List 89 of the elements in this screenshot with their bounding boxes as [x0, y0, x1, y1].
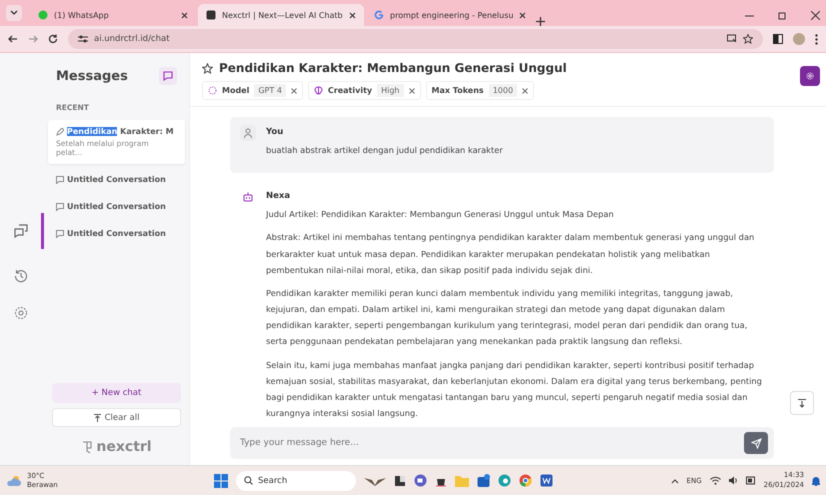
chat-title: Pendidikan Karakter: Membangun Generasi Unggul [219, 61, 567, 75]
start-icon[interactable] [214, 474, 228, 488]
scroll-to-bottom-icon [798, 398, 806, 408]
more-menu-icon[interactable] [815, 34, 818, 44]
tab-list-button[interactable] [6, 5, 22, 21]
close-icon[interactable] [290, 88, 297, 94]
message-composer[interactable]: Type your message here... [230, 427, 774, 459]
conversation-title: Untitled Conversation [67, 175, 166, 184]
reload-icon[interactable] [48, 34, 58, 44]
dots-circle-icon [208, 86, 217, 95]
close-icon[interactable] [522, 88, 528, 94]
restore-icon[interactable] [778, 11, 787, 20]
message-text: Abstrak: Artikel ini membahas tentang pentingnya pendidikan karakter dalam membentuk generasi yang unggul dan berkarakter kuat untuk masa depan. Pendidikan karakter merupakan pendekatan holistik yang melibatkan pembentukan nilai-nilai moral, etika, dan sikap positif pada individu sejak dini. [266, 231, 756, 277]
search-icon [244, 476, 253, 485]
settings-icon [14, 306, 28, 320]
parameter-chip[interactable]: Max Tokens 1000 [426, 81, 534, 100]
app-logo-icon [206, 10, 216, 20]
chat-bubble-icon [38, 10, 48, 20]
speaker-icon[interactable] [728, 476, 738, 485]
clear-all-button[interactable]: Clear all [52, 408, 181, 427]
conversation-item[interactable]: Untitled Conversation [48, 222, 185, 245]
edit-icon [56, 128, 64, 136]
conversation-item[interactable]: Untitled Conversation [48, 195, 185, 218]
selected-text-highlight: Pendidikan [67, 127, 118, 136]
message-author: Nexa [266, 191, 292, 202]
chip-label: Model [222, 86, 250, 95]
chat-bubble-icon [56, 202, 64, 210]
robot-icon [243, 192, 253, 202]
clear-icon [94, 414, 101, 422]
message-text: Pendidikan karakter memiliki peran kunci dalam membentuk individu yang memiliki integritas, tanggung jawab, kejujuran, dan empati. Dalam artikel ini, kami menguraikan strategi dan metode yang dapat digunakan dalam pendidikan karakter, seperti pengembangan kurikulum yang terintegrasi, model peran dari pendidik dan orang tua, serta penggunaan pendekatan pembelajaran yang menekankan pada praktik langsung dan refleksi. [266, 286, 748, 348]
parameter-chip[interactable]: Model GPT 4 [202, 81, 303, 100]
close-icon[interactable] [811, 11, 820, 20]
browser-tab[interactable]: prompt engineering - Penelusu [366, 4, 534, 26]
chrome-browser-icon[interactable] [519, 474, 532, 487]
install-icon[interactable] [727, 34, 737, 44]
chip-label: Creativity [328, 86, 372, 95]
star-icon[interactable] [202, 62, 213, 74]
word-icon[interactable] [540, 474, 553, 487]
address-bar[interactable]: ai.undrctrl.id/chat [68, 29, 763, 49]
star-icon[interactable] [743, 34, 753, 44]
send-icon [750, 438, 762, 448]
chip-value: High [377, 84, 404, 97]
chip-value: 1000 [488, 84, 518, 97]
new-chat-button[interactable]: + New chat [52, 383, 181, 403]
history-icon [14, 269, 28, 283]
plus-icon[interactable] [536, 17, 546, 26]
g-logo-icon [374, 10, 384, 20]
logo-mark-icon [81, 440, 94, 454]
sidebar-title: Messages [56, 68, 128, 84]
chip-label: Max Tokens [432, 86, 484, 95]
conversation-title: Karakter: M [119, 127, 174, 136]
chat-bubble-icon [56, 176, 64, 184]
close-icon[interactable] [349, 12, 356, 18]
task-view-icon[interactable] [394, 474, 406, 486]
user-avatar-icon [244, 128, 252, 138]
notification-bell-icon[interactable] [812, 476, 820, 486]
brand-logo-text: nexctrl [96, 439, 152, 455]
site-settings-icon[interactable] [78, 35, 88, 43]
url-text: ai.undrctrl.id/chat [94, 34, 171, 44]
side-panel-icon[interactable] [773, 34, 783, 44]
wifi-icon[interactable] [710, 476, 721, 485]
chat-bubbles-icon [14, 224, 28, 238]
browser-tab[interactable]: Nexctrl | Next—Level AI Chatb [198, 4, 364, 26]
message-text: Selain itu, kami juga membahas manfaat jangka panjang dari pendidikan karakter, seperti kontribusi positif terhadap kemajuan sosial, stabilitas masyarakat, dan keberlanjutan ekonomi. Dalam era digital yang terus berkembang, penting bagi pendidikan karakter untuk mengatasi tantangan baru yang muncul, seperti pengaruh negatif media sosial dan kurangnya interaksi sosial langsung. [266, 358, 763, 420]
taskbar-search[interactable]: Search [236, 470, 356, 490]
cloud-sun-icon [6, 474, 22, 486]
message-text: Judul Artikel: Pendidikan Karakter: Membangun Generasi Unggul untuk Masa Depan [266, 208, 615, 222]
brain-icon [314, 86, 323, 95]
settings-button[interactable] [800, 66, 820, 86]
settings-icon [806, 71, 814, 81]
message-author: You [266, 127, 284, 137]
chip-value: GPT 4 [254, 84, 286, 97]
chat-bubble-icon [56, 230, 64, 238]
close-icon[interactable] [519, 12, 526, 18]
send-button[interactable] [744, 432, 768, 454]
parameter-chip[interactable]: Creativity High [308, 81, 420, 100]
scroll-down-button[interactable] [790, 391, 814, 415]
conversation-title: Untitled Conversation [67, 202, 166, 211]
close-icon[interactable] [408, 88, 414, 94]
chevron-up-icon[interactable] [670, 478, 679, 484]
browser-tab[interactable]: (1) WhatsApp [30, 4, 196, 26]
conversation-item[interactable]: Untitled Conversation [48, 168, 185, 191]
new-conversation-button[interactable] [159, 67, 177, 85]
close-icon[interactable] [181, 12, 188, 18]
message-text: buatlah abstrak artikel dengan judul pendidikan karakter [266, 144, 503, 157]
message-input[interactable]: Type your message here... [240, 433, 738, 453]
conversation-title: Untitled Conversation [67, 229, 166, 238]
chevron-down-icon [10, 10, 18, 16]
back-arrow-icon[interactable] [8, 34, 18, 44]
